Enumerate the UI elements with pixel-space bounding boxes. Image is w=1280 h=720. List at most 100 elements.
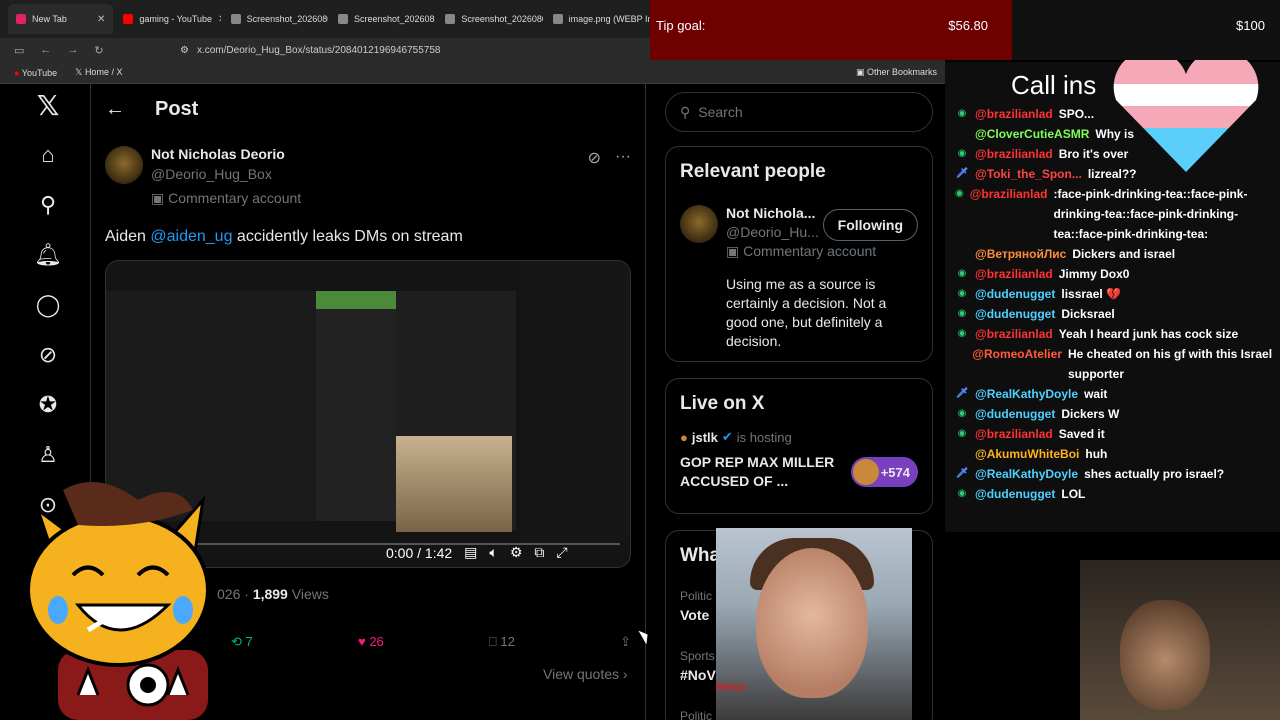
live-stream-title[interactable]: GOP REP MAX MILLER ACCUSED OF ... bbox=[680, 453, 840, 491]
browser-tab[interactable]: New Tab ✕ bbox=[8, 4, 114, 34]
moderator-badge-icon: ◉ bbox=[957, 488, 967, 499]
other-bookmarks[interactable]: ▣ Other Bookmarks bbox=[856, 67, 937, 78]
chat-text: Dicksrael bbox=[1061, 307, 1115, 321]
video-frame-webcam bbox=[396, 436, 512, 532]
pip-icon[interactable]: ⧉ bbox=[534, 544, 544, 561]
profile-icon[interactable]: ♙ bbox=[35, 442, 61, 468]
live-listener-count[interactable]: +574 bbox=[850, 457, 918, 487]
home-icon[interactable]: ⌂ bbox=[35, 142, 61, 168]
live-title: Live on X bbox=[680, 393, 765, 414]
chat-username[interactable]: @Toki_the_Spon... bbox=[975, 164, 1082, 184]
tab-close-icon[interactable]: ✕ bbox=[97, 14, 105, 25]
chat-text: Dickers and israel bbox=[1072, 247, 1176, 261]
trend-name[interactable]: #NoV bbox=[680, 667, 716, 683]
message-icon[interactable]: ◯ bbox=[35, 292, 61, 318]
tab-favicon-icon bbox=[337, 14, 348, 24]
verified-icon[interactable]: ✪ bbox=[35, 392, 61, 418]
live-host[interactable]: ● jstlk ✔ is hosting bbox=[680, 429, 792, 445]
moderator-badge-icon: ◉ bbox=[955, 188, 964, 199]
search-icon[interactable]: ⚲ bbox=[35, 192, 61, 218]
x-logo-icon[interactable]: 𝕏 bbox=[35, 90, 61, 121]
retweet-button[interactable]: ⟲ 7 bbox=[231, 634, 253, 650]
tab-close-icon[interactable]: ✕ bbox=[218, 14, 221, 25]
moderator-badge-icon: ◉ bbox=[957, 268, 967, 279]
chat-text: :face-pink-drinking-tea::face-pink-drink… bbox=[1053, 187, 1248, 241]
chat-username[interactable]: @ВетрянойЛис bbox=[975, 244, 1066, 264]
tip-goal-bar: Tip goal: $56.80 bbox=[650, 0, 1012, 60]
site-info-icon[interactable]: ⚙ bbox=[180, 45, 189, 56]
live-on-x-card: Live on X ● jstlk ✔ is hosting GOP REP M… bbox=[665, 378, 933, 514]
chat-username[interactable]: @AkumuWhiteBoi bbox=[975, 444, 1079, 464]
chat-message: 🗡︎ @Toki_the_Spon... lizreal?? bbox=[955, 164, 1280, 184]
volume-icon[interactable]: 🔈︎ bbox=[489, 544, 497, 561]
more-options-icon[interactable]: ··· bbox=[615, 148, 631, 168]
chat-username[interactable]: @brazilianlad bbox=[970, 184, 1048, 244]
tab-favicon-icon bbox=[123, 14, 134, 24]
post-author: Not Nicholas Deorio @Deorio_Hug_Box ▣ Co… bbox=[105, 146, 301, 207]
chat-message: ◉ @dudenugget lissrael 💔 bbox=[955, 284, 1280, 304]
grok-post-icon[interactable]: ⊘ bbox=[588, 148, 601, 168]
chat-username[interactable]: @brazilianlad bbox=[975, 104, 1053, 124]
chat-message: 🗡︎ @RealKathyDoyle wait bbox=[955, 384, 1280, 404]
chat-username[interactable]: @brazilianlad bbox=[975, 424, 1053, 444]
view-quotes-link[interactable]: View quotes › bbox=[543, 666, 628, 682]
bookmark-home-x[interactable]: 𝕏 Home / X bbox=[75, 67, 122, 78]
chat-message: ◉ @brazilianlad Bro it's over bbox=[955, 144, 1280, 164]
chat-username[interactable]: @RealKathyDoyle bbox=[975, 384, 1078, 404]
fullscreen-icon[interactable]: ⤢ bbox=[556, 544, 567, 561]
browser-tab[interactable]: gaming - YouTube ✕ bbox=[115, 4, 221, 34]
chat-username[interactable]: @CloverCutieASMR bbox=[975, 124, 1089, 144]
grok-icon[interactable]: ⊘ bbox=[35, 342, 61, 368]
sword-badge-icon: 🗡︎ bbox=[955, 468, 969, 479]
tab-label: gaming - YouTube bbox=[139, 14, 213, 24]
sword-badge-icon: 🗡︎ bbox=[955, 168, 969, 179]
bell-icon[interactable]: 🔔︎ bbox=[34, 242, 62, 268]
trend-name[interactable]: Vote bbox=[680, 607, 709, 623]
sword-badge-icon: 🗡︎ bbox=[955, 388, 969, 399]
chat-username[interactable]: @dudenugget bbox=[975, 484, 1055, 504]
relevant-person-avatar[interactable] bbox=[680, 205, 718, 243]
page-title: Post bbox=[155, 98, 199, 120]
x-icon: 𝕏 bbox=[75, 67, 83, 77]
author-avatar[interactable] bbox=[105, 146, 143, 184]
browser-tab[interactable]: Screenshot_20260801-✕ bbox=[437, 4, 543, 34]
moderator-badge-icon: ◉ bbox=[957, 428, 967, 439]
chat-text: Yeah I heard junk has cock size bbox=[1058, 327, 1239, 341]
verified-badge-icon: ✔ bbox=[721, 429, 733, 444]
bookmark-button[interactable]: ⎕ 12 bbox=[489, 634, 515, 650]
browser-tab[interactable]: image.png (WEBP Ima✕ bbox=[545, 4, 650, 34]
reload-icon[interactable]: ↻ bbox=[94, 44, 103, 57]
chat-username[interactable]: @brazilianlad bbox=[975, 324, 1053, 344]
listener-avatar bbox=[852, 459, 879, 485]
address-text: x.com/Deorio_Hug_Box/status/208401219694… bbox=[196, 44, 441, 56]
tab-label: image.png (WEBP Ima bbox=[568, 14, 650, 24]
search-input[interactable]: ⚲ Search bbox=[665, 92, 933, 132]
back-icon[interactable]: ← bbox=[40, 44, 51, 56]
author-name[interactable]: Not Nicholas Deorio bbox=[151, 146, 301, 162]
chat-username[interactable]: @RealKathyDoyle bbox=[975, 464, 1078, 484]
back-arrow-icon[interactable]: ← bbox=[105, 98, 125, 121]
author-handle[interactable]: @Deorio_Hug_Box bbox=[151, 166, 301, 182]
address-bar[interactable]: ⚙ x.com/Deorio_Hug_Box/status/2084012196… bbox=[180, 40, 640, 60]
chat-username[interactable]: @RomeoAtelier bbox=[972, 344, 1062, 384]
no-badge-icon bbox=[955, 344, 966, 384]
chat-username[interactable]: @dudenugget bbox=[975, 284, 1055, 304]
chat-username[interactable]: @brazilianlad bbox=[975, 144, 1053, 164]
chat-username[interactable]: @dudenugget bbox=[975, 404, 1055, 424]
bookmark-youtube[interactable]: ● YouTube bbox=[14, 68, 57, 78]
browser-tab[interactable]: Screenshot_20260801-✕ bbox=[330, 4, 435, 34]
chat-username[interactable]: @dudenugget bbox=[975, 304, 1055, 324]
settings-icon[interactable]: ⚙ bbox=[510, 544, 523, 561]
chat-message: ◉ @dudenugget Dicksrael bbox=[955, 304, 1280, 324]
mention-link[interactable]: @aiden_ug bbox=[150, 228, 232, 245]
following-button[interactable]: Following bbox=[822, 209, 918, 241]
forward-icon[interactable]: → bbox=[67, 44, 78, 56]
chat-message: ◉ @dudenugget LOL bbox=[955, 484, 1280, 504]
share-button[interactable]: ⇪ bbox=[620, 634, 631, 650]
browser-tab[interactable]: Screenshot_20260801-✕ bbox=[223, 4, 328, 34]
sidebar-toggle-icon[interactable]: ▭ bbox=[14, 44, 24, 57]
chat-overlay-title: Call ins bbox=[1011, 70, 1097, 100]
chat-username[interactable]: @brazilianlad bbox=[975, 264, 1053, 284]
like-button[interactable]: ♥ 26 bbox=[358, 634, 384, 650]
captions-icon[interactable]: ▤ bbox=[464, 544, 477, 561]
